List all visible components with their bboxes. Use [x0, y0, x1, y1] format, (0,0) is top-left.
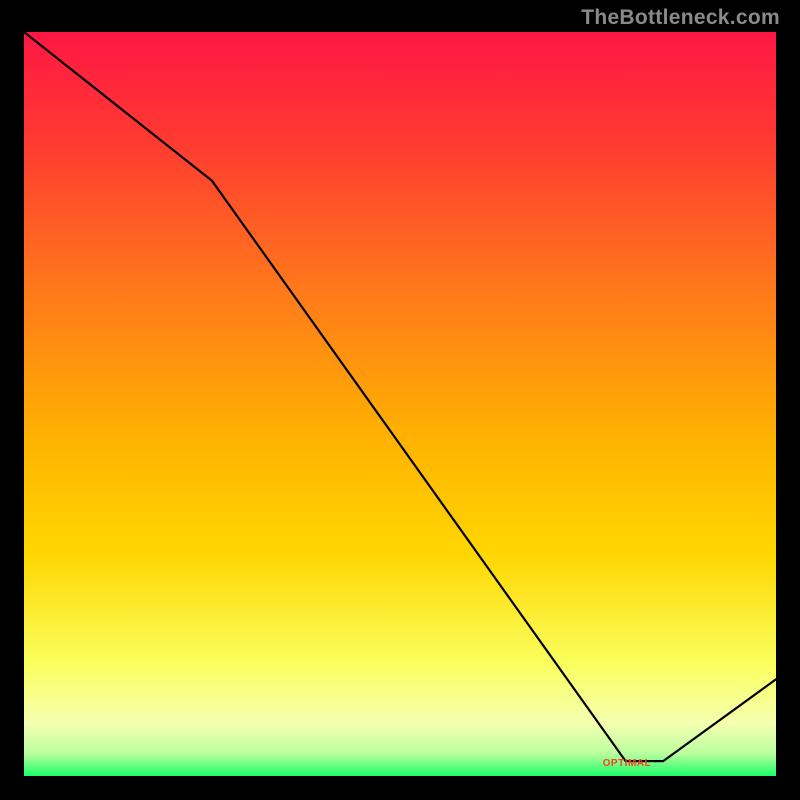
watermark: TheBottleneck.com	[581, 6, 780, 30]
chart-line	[24, 32, 776, 776]
optimal-marker-label: OPTIMAL	[603, 758, 652, 769]
chart-area: OPTIMAL	[22, 30, 778, 778]
